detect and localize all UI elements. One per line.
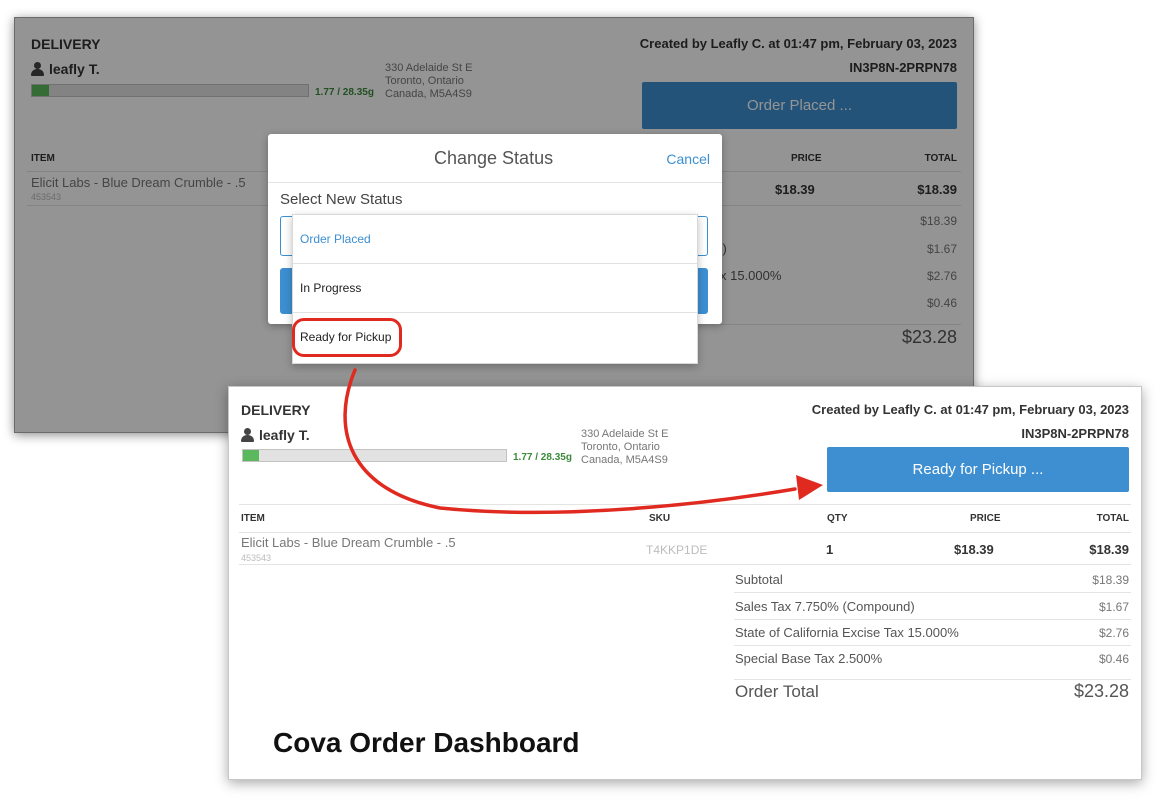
created-by-text: Created by Leafly C. at 01:47 pm, Februa…	[811, 402, 1129, 417]
delivery-address: 330 Adelaide St E Toronto, Ontario Canad…	[581, 428, 669, 466]
special-tax-value: $0.46	[1098, 652, 1129, 666]
weight-label: 1.77 / 28.35g	[513, 452, 572, 463]
item-total: $18.39	[1089, 542, 1129, 557]
sales-tax-value: $1.67	[1098, 600, 1129, 614]
divider	[239, 564, 1131, 565]
column-qty: QTY	[827, 513, 848, 524]
modal-title: Change Status	[434, 148, 554, 168]
subtotal-value: $18.39	[1092, 573, 1129, 587]
delivery-heading: DELIVERY	[241, 402, 311, 418]
modal-divider	[268, 182, 722, 183]
order-id: IN3P8N-2PRPN78	[1021, 426, 1129, 441]
divider	[734, 592, 1131, 593]
user-icon	[241, 428, 254, 442]
item-sku: T4KKP1DE	[646, 543, 708, 557]
column-total: TOTAL	[1096, 513, 1129, 524]
background-order-panel: DELIVERY leafly T. 1.77 / 28.35g 330 Ade…	[14, 17, 974, 433]
sales-tax-label: Sales Tax 7.750% (Compound)	[735, 599, 915, 614]
item-code: 453543	[241, 553, 272, 563]
divider	[734, 679, 1131, 680]
special-tax-label: Special Base Tax 2.500%	[735, 651, 883, 666]
excise-tax-label: State of California Excise Tax 15.000%	[735, 625, 959, 640]
subtotal-label: Subtotal	[735, 572, 783, 587]
divider	[734, 645, 1131, 646]
item-price: $18.39	[954, 542, 994, 557]
item-name: Elicit Labs - Blue Dream Crumble - .5	[241, 535, 456, 550]
item-qty: 1	[826, 542, 834, 557]
divider	[239, 504, 1131, 505]
divider	[734, 619, 1131, 620]
weight-progress-bar	[242, 449, 507, 462]
order-total-label: Order Total	[735, 682, 819, 701]
dashboard-caption: Cova Order Dashboard	[273, 727, 580, 758]
status-option-in-progress[interactable]: In Progress	[293, 264, 697, 313]
select-status-label: Select New Status	[280, 191, 403, 208]
cancel-button[interactable]: Cancel	[666, 151, 710, 167]
order-total-value: $23.28	[1073, 681, 1129, 701]
highlight-ring	[292, 318, 402, 357]
customer-name: leafly T.	[241, 427, 310, 443]
weight-progress-fill	[243, 450, 260, 461]
status-option-order-placed[interactable]: Order Placed	[293, 215, 697, 264]
excise-tax-value: $2.76	[1098, 626, 1129, 640]
column-price: PRICE	[970, 513, 1001, 524]
divider	[239, 532, 1131, 533]
order-status-button[interactable]: Ready for Pickup ...	[827, 447, 1129, 492]
column-sku: SKU	[649, 513, 671, 524]
column-item: ITEM	[241, 513, 265, 524]
updated-order-panel: DELIVERY leafly T. 1.77 / 28.35g 330 Ade…	[228, 386, 1142, 780]
